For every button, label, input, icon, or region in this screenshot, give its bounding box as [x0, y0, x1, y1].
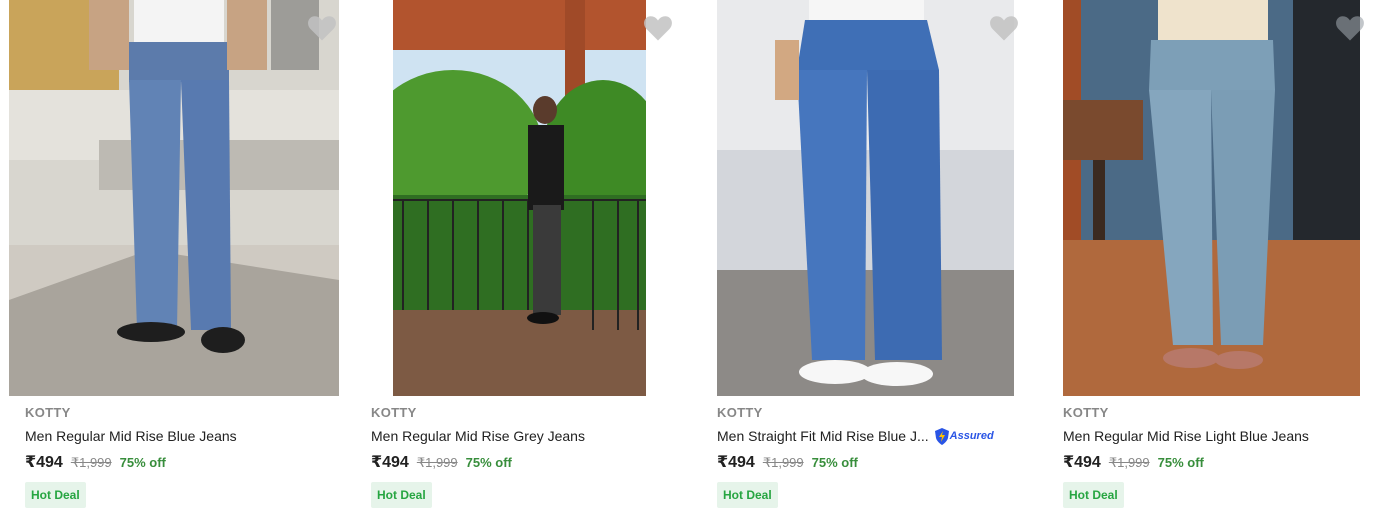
product-image[interactable]	[393, 0, 646, 396]
product-image[interactable]	[9, 0, 339, 396]
product-mrp: ₹1,999	[1108, 455, 1150, 470]
hot-deal-badge: Hot Deal	[25, 482, 86, 508]
product-image[interactable]	[1063, 0, 1360, 396]
wishlist-heart-icon[interactable]	[307, 14, 337, 42]
product-info: KOTTY Men Regular Mid Rise Grey Jeans ₹4…	[371, 404, 691, 508]
assured-badge: Assured	[934, 427, 994, 445]
product-price: ₹494	[717, 454, 755, 471]
product-title[interactable]: Men Regular Mid Rise Blue Jeans	[25, 426, 237, 446]
assured-badge-icon	[934, 427, 949, 445]
price-row: ₹494 ₹1,999 75% off	[371, 452, 691, 474]
product-discount: 75% off	[811, 455, 858, 470]
title-row: Men Regular Mid Rise Light Blue Jeans	[1063, 426, 1379, 446]
product-brand: KOTTY	[25, 405, 71, 420]
product-card[interactable]: KOTTY Men Regular Mid Rise Grey Jeans ₹4…	[355, 0, 691, 512]
hot-deal-badge: Hot Deal	[1063, 482, 1124, 508]
title-row: Men Regular Mid Rise Grey Jeans	[371, 426, 691, 446]
hot-deal-badge: Hot Deal	[371, 482, 432, 508]
product-image[interactable]	[717, 0, 1014, 396]
product-title[interactable]: Men Regular Mid Rise Grey Jeans	[371, 426, 585, 446]
wishlist-heart-icon[interactable]	[1335, 14, 1365, 42]
product-brand: KOTTY	[717, 405, 763, 420]
title-row: Men Regular Mid Rise Blue Jeans	[25, 426, 345, 446]
product-discount: 75% off	[1157, 455, 1204, 470]
product-info: KOTTY Men Regular Mid Rise Blue Jeans ₹4…	[25, 404, 345, 508]
title-row: Men Straight Fit Mid Rise Blue J... Assu…	[717, 426, 1037, 446]
product-mrp: ₹1,999	[762, 455, 804, 470]
hot-deal-badge: Hot Deal	[717, 482, 778, 508]
product-discount: 75% off	[465, 455, 512, 470]
product-card[interactable]: KOTTY Men Regular Mid Rise Light Blue Je…	[1047, 0, 1379, 512]
product-brand: KOTTY	[1063, 405, 1109, 420]
product-price: ₹494	[371, 454, 409, 471]
wishlist-heart-icon[interactable]	[643, 14, 673, 42]
product-title[interactable]: Men Regular Mid Rise Light Blue Jeans	[1063, 426, 1309, 446]
product-title[interactable]: Men Straight Fit Mid Rise Blue J...	[717, 426, 929, 446]
price-row: ₹494 ₹1,999 75% off	[25, 452, 345, 474]
assured-label: Assured	[949, 430, 994, 442]
product-mrp: ₹1,999	[70, 455, 112, 470]
wishlist-heart-icon[interactable]	[989, 14, 1019, 42]
product-price: ₹494	[25, 454, 63, 471]
product-grid: KOTTY Men Regular Mid Rise Blue Jeans ₹4…	[0, 0, 1379, 512]
price-row: ₹494 ₹1,999 75% off	[717, 452, 1037, 474]
price-row: ₹494 ₹1,999 75% off	[1063, 452, 1379, 474]
product-discount: 75% off	[119, 455, 166, 470]
product-card[interactable]: KOTTY Men Straight Fit Mid Rise Blue J..…	[701, 0, 1037, 512]
product-info: KOTTY Men Regular Mid Rise Light Blue Je…	[1063, 404, 1379, 508]
product-price: ₹494	[1063, 454, 1101, 471]
product-brand: KOTTY	[371, 405, 417, 420]
product-mrp: ₹1,999	[416, 455, 458, 470]
product-card[interactable]: KOTTY Men Regular Mid Rise Blue Jeans ₹4…	[9, 0, 345, 512]
product-info: KOTTY Men Straight Fit Mid Rise Blue J..…	[717, 404, 1037, 508]
